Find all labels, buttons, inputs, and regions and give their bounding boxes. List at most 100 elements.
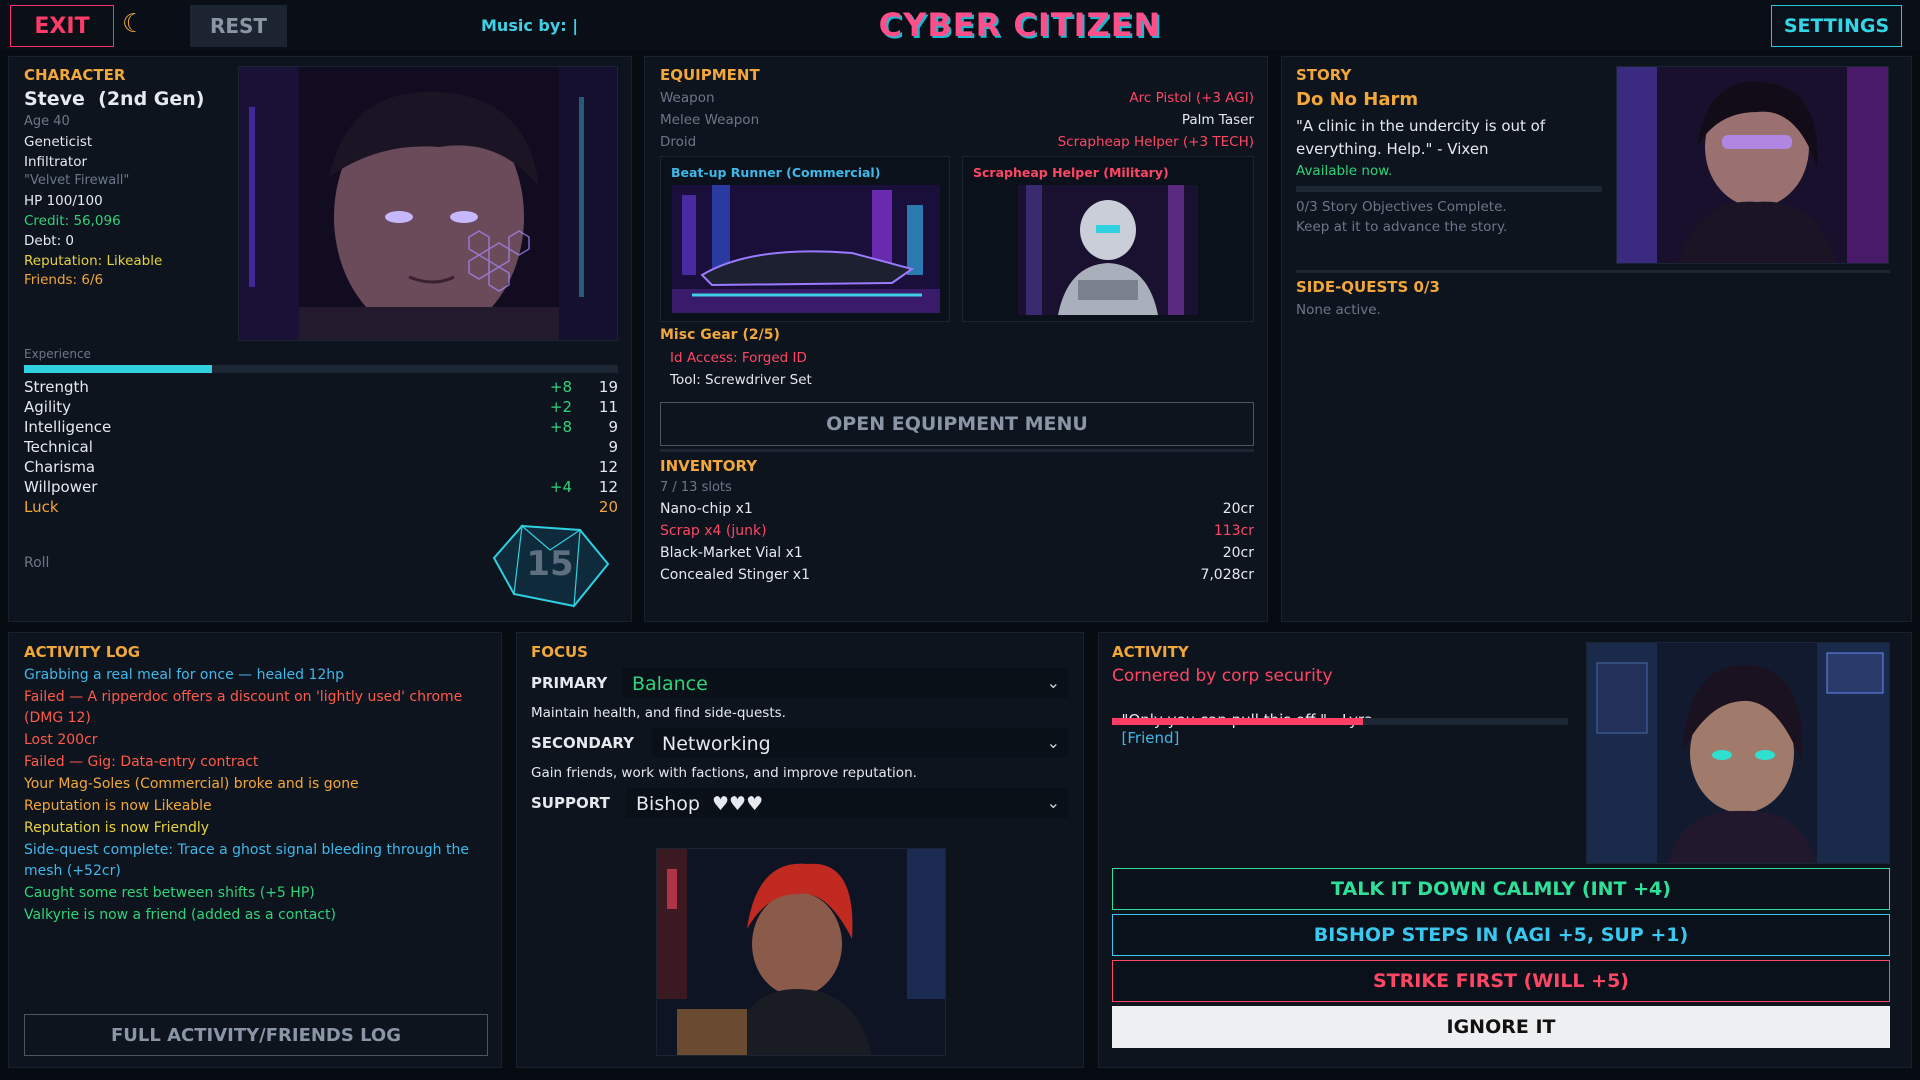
activity-title: Cornered by corp security (1112, 666, 1333, 686)
activity-choice-button[interactable]: BISHOP STEPS IN (AGI +5, SUP +1) (1112, 914, 1890, 956)
story-advance-hint: Keep at it to advance the story. (1296, 219, 1508, 235)
friend-tag: [Friend] (1121, 729, 1180, 747)
exit-button[interactable]: EXIT (10, 5, 114, 47)
activity-choice-button[interactable]: TALK IT DOWN CALMLY (INT +4) (1112, 868, 1890, 910)
inventory-item-price: 7,028cr (1200, 567, 1254, 583)
droid-card[interactable]: Scrapheap Helper (Military) (962, 156, 1254, 322)
d20-die-icon[interactable]: 15 (490, 520, 610, 610)
character-role: Infiltrator (24, 154, 88, 170)
stat-value: 9 (608, 438, 618, 456)
activity-choice-button[interactable]: IGNORE IT (1112, 1006, 1890, 1048)
primary-focus-value: Balance (632, 673, 708, 695)
story-quote: "A clinic in the undercity is out of eve… (1296, 117, 1546, 158)
inventory-item-price: 20cr (1222, 545, 1254, 561)
primary-focus-select[interactable]: Balance ⌄ (622, 668, 1068, 698)
inventory-item[interactable]: Scrap x4 (junk) 113cr (660, 523, 1254, 541)
character-reputation: Reputation: Likeable (24, 253, 163, 269)
activity-log-item: Lost 200cr (24, 732, 98, 748)
chevron-down-icon: ⌄ (1046, 673, 1060, 692)
stat-name: Willpower (24, 478, 98, 496)
inventory-item[interactable]: Concealed Stinger x1 7,028cr (660, 567, 1254, 585)
vehicle-card[interactable]: Beat-up Runner (Commercial) (660, 156, 950, 322)
activity-log-item: Reputation is now Likeable (24, 798, 212, 814)
side-quests-header: SIDE-QUESTS 0/3 (1296, 278, 1440, 296)
stat-value: 11 (598, 398, 618, 416)
story-progress-bar (1296, 186, 1602, 192)
misc-gear-header: Misc Gear (2/5) (660, 327, 780, 343)
chevron-down-icon: ⌄ (1046, 733, 1060, 752)
story-title: Do No Harm (1296, 89, 1419, 110)
inventory-item-name: Concealed Stinger x1 (660, 567, 810, 583)
stat-name: Technical (24, 438, 93, 456)
settings-button[interactable]: SETTINGS (1771, 5, 1902, 47)
character-header: CHARACTER (24, 66, 126, 84)
character-hp: HP 100/100 (24, 193, 103, 209)
stat-row-strength: Strength +8 19 (24, 378, 618, 398)
inventory-item-name: Scrap x4 (junk) (660, 523, 767, 539)
chevron-down-icon: ⌄ (1046, 793, 1060, 812)
droid-image (1018, 185, 1198, 315)
activity-log-header: ACTIVITY LOG (24, 643, 141, 661)
stat-bonus: +2 (549, 398, 572, 416)
secondary-focus-value: Networking (662, 733, 771, 755)
open-equipment-menu-button[interactable]: OPEN EQUIPMENT MENU (660, 402, 1254, 446)
roll-label[interactable]: Roll (24, 555, 49, 571)
secondary-focus-select[interactable]: Networking ⌄ (652, 728, 1068, 758)
inventory-item[interactable]: Black-Market Vial x1 20cr (660, 545, 1254, 563)
stat-name: Agility (24, 398, 72, 416)
stat-row-technical: Technical 9 (24, 438, 618, 458)
die-value: 15 (526, 544, 574, 584)
experience-bar-fill (24, 365, 212, 373)
app-title: CYBER CITIZEN (878, 6, 1162, 44)
character-portrait (238, 66, 618, 341)
stat-name: Intelligence (24, 418, 112, 436)
equipment-header: EQUIPMENT (660, 66, 760, 84)
stat-name: Charisma (24, 458, 96, 476)
activity-log-item: Your Mag-Soles (Commercial) broke and is… (24, 776, 359, 792)
activity-log-item: Grabbing a real meal for once — healed 1… (24, 667, 345, 683)
activity-log-item: Valkyrie is now a friend (added as a con… (24, 907, 336, 923)
activity-header: ACTIVITY (1112, 643, 1189, 661)
inventory-item-price: 20cr (1222, 501, 1254, 517)
focus-header: FOCUS (531, 643, 588, 661)
support-character-portrait (656, 848, 946, 1056)
melee-row[interactable]: Melee Weapon Palm Taser (660, 112, 1254, 130)
misc-item-tool[interactable]: Tool: Screwdriver Set (670, 372, 812, 388)
secondary-label: SECONDARY (531, 734, 635, 752)
stat-value: 9 (608, 418, 618, 436)
droid-row[interactable]: Droid Scrapheap Helper (+3 TECH) (660, 134, 1254, 152)
stat-bonus: +8 (549, 418, 572, 436)
inventory-header: INVENTORY (660, 457, 758, 475)
inventory-item-name: Black-Market Vial x1 (660, 545, 803, 561)
character-class: Geneticist (24, 134, 93, 150)
experience-label: Experience (24, 347, 91, 361)
support-select[interactable]: Bishop ♥♥♥ ⌄ (626, 788, 1068, 818)
activity-log-item: Caught some rest between shifts (+5 HP) (24, 885, 315, 901)
activity-character-portrait (1586, 642, 1890, 864)
stat-bonus: +4 (549, 478, 572, 496)
melee-value: Palm Taser (1181, 112, 1254, 128)
story-objectives: 0/3 Story Objectives Complete. (1296, 199, 1507, 215)
side-quests-empty: None active. (1296, 302, 1381, 318)
rest-button[interactable]: REST (190, 5, 287, 47)
story-header: STORY (1296, 66, 1352, 84)
support-value: Bishop ♥♥♥ (636, 793, 764, 815)
activity-log-item: Failed — A ripperdoc offers a discount o… (24, 689, 463, 726)
misc-item-id-access[interactable]: Id Access: Forged ID (670, 350, 807, 366)
character-alias: "Velvet Firewall" (24, 173, 130, 188)
music-credit: Music by: | (481, 16, 579, 35)
activity-log-item: Reputation is now Friendly (24, 820, 210, 836)
activity-log-item: Side-quest complete: Trace a ghost signa… (24, 842, 469, 879)
vehicle-image (672, 185, 940, 313)
stat-name: Strength (24, 378, 89, 396)
droid-label: Droid (660, 134, 697, 150)
character-name: Steve (2nd Gen) (24, 88, 205, 110)
weapon-row[interactable]: Weapon Arc Pistol (+3 AGI) (660, 90, 1254, 108)
story-character-portrait (1616, 66, 1889, 264)
moon-icon[interactable]: ☾ (122, 9, 145, 39)
full-activity-log-button[interactable]: FULL ACTIVITY/FRIENDS LOG (24, 1014, 488, 1056)
stat-row-agility: Agility +2 11 (24, 398, 618, 418)
experience-bar (24, 365, 618, 373)
activity-choice-button[interactable]: STRIKE FIRST (WILL +5) (1112, 960, 1890, 1002)
inventory-item[interactable]: Nano-chip x1 20cr (660, 501, 1254, 519)
